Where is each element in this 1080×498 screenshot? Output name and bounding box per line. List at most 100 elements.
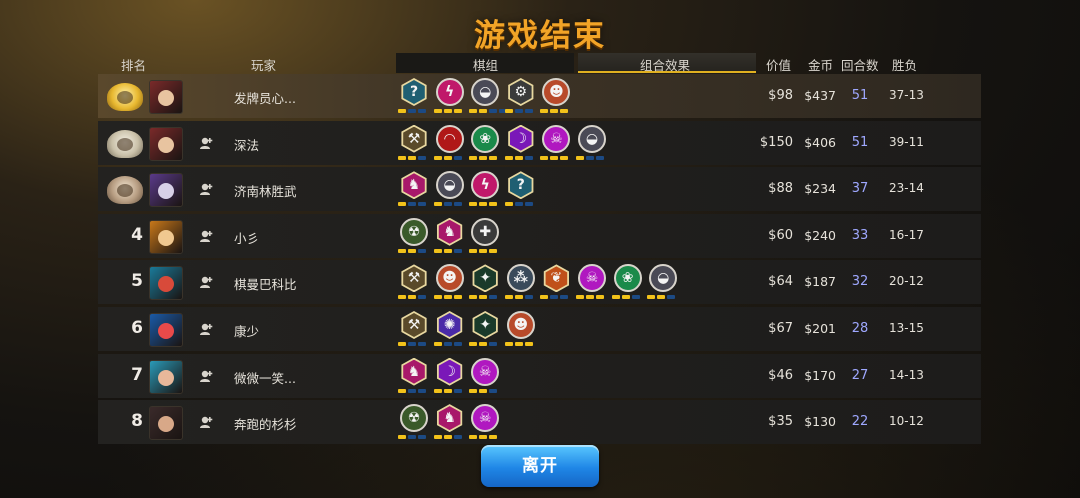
synergy-feather-icon[interactable]: ❦ bbox=[540, 264, 570, 304]
avatar[interactable] bbox=[149, 266, 183, 301]
add-friend-icon[interactable] bbox=[199, 369, 213, 383]
synergy-level-pips bbox=[504, 341, 533, 346]
synergy-paw-icon[interactable]: ❀ bbox=[469, 124, 500, 165]
add-friend-icon[interactable] bbox=[199, 182, 213, 196]
demon-icon: ☻ bbox=[513, 316, 529, 333]
player-rounds: 33 bbox=[851, 227, 869, 243]
table-row[interactable]: 4 小彡 ☢ ♞ ✚ $60 $240 33 16-17 bbox=[98, 213, 981, 258]
avatar[interactable] bbox=[149, 406, 183, 441]
results-table: 发牌员心... ? ϟ ◒ ⚙ ☻ $98 $437 51 37-13 深法 ⚒… bbox=[98, 74, 981, 447]
synergy-axe-icon[interactable]: ⚒ bbox=[398, 124, 428, 165]
synergy-peasant-icon[interactable]: ⁂ bbox=[504, 264, 535, 304]
synergy-wraith-icon[interactable]: ☽ bbox=[504, 124, 535, 165]
synergy-axe-icon[interactable]: ⚒ bbox=[398, 264, 428, 304]
synergy-demon-icon[interactable]: ☻ bbox=[433, 264, 464, 304]
synergy-skull-icon[interactable]: ☠ bbox=[576, 264, 606, 304]
synergy-knight-icon[interactable]: ♞ bbox=[398, 357, 428, 398]
synergy-goblin-icon[interactable]: ☢ bbox=[398, 217, 428, 258]
avatar[interactable] bbox=[149, 359, 183, 394]
synergy-level-pips bbox=[647, 295, 676, 300]
header-player: 玩家 bbox=[251, 58, 277, 73]
synergy-level-pips bbox=[504, 155, 533, 160]
synergy-knight-icon[interactable]: ♞ bbox=[398, 171, 428, 211]
player-name: 康少 bbox=[234, 323, 260, 339]
player-gold: $170 bbox=[804, 367, 836, 383]
bolt-icon: ϟ bbox=[480, 177, 490, 194]
add-friend-icon[interactable] bbox=[199, 322, 213, 336]
helmet-icon: ◒ bbox=[585, 130, 599, 147]
skull-icon: ☠ bbox=[585, 270, 599, 287]
synergy-demon-icon[interactable]: ☻ bbox=[540, 78, 571, 118]
player-rounds: 51 bbox=[851, 134, 869, 150]
synergy-level-pips bbox=[433, 341, 462, 346]
header-rounds: 回合数 bbox=[841, 58, 879, 73]
avatar[interactable] bbox=[149, 173, 183, 208]
add-friend-icon[interactable] bbox=[199, 136, 213, 150]
synergy-skull-icon[interactable]: ☠ bbox=[540, 124, 571, 165]
avatar[interactable] bbox=[149, 312, 183, 347]
synergy-cross-icon[interactable]: ✚ bbox=[469, 217, 500, 258]
add-friend-icon[interactable] bbox=[199, 275, 213, 289]
synergy-level-pips bbox=[433, 388, 462, 393]
player-gold: $437 bbox=[804, 88, 836, 103]
avatar[interactable] bbox=[149, 126, 183, 161]
synergy-question-icon[interactable]: ? bbox=[504, 171, 535, 211]
header-rank: 排名 bbox=[121, 58, 147, 73]
synergy-demon-icon[interactable]: ☻ bbox=[504, 310, 535, 351]
player-value: $60 bbox=[768, 227, 793, 243]
synergy-goblin-icon[interactable]: ☢ bbox=[398, 404, 428, 444]
tab-combo-effect[interactable]: 组合效果 bbox=[640, 55, 690, 74]
synergy-fishbone-icon[interactable]: ✺ bbox=[433, 310, 464, 351]
player-rounds: 37 bbox=[851, 181, 869, 197]
avatar[interactable] bbox=[149, 219, 183, 254]
synergy-hunter-icon[interactable]: ✦ bbox=[469, 310, 499, 351]
player-name: 济南林胜武 bbox=[234, 184, 297, 200]
helmet-icon: ◒ bbox=[657, 270, 670, 287]
avatar[interactable] bbox=[149, 80, 183, 114]
synergy-level-pips bbox=[469, 295, 498, 300]
synergy-knight-icon[interactable]: ♞ bbox=[433, 217, 464, 258]
leave-button[interactable]: 离开 bbox=[481, 445, 599, 487]
synergy-arc-icon[interactable]: ◠ bbox=[433, 124, 464, 165]
synergy-helmet-icon[interactable]: ◒ bbox=[647, 264, 678, 304]
table-row[interactable]: 6 康少 ⚒ ✺ ✦ ☻ $67 $201 28 13-15 bbox=[98, 306, 981, 351]
synergy-gear-icon[interactable]: ⚙ bbox=[504, 78, 535, 118]
synergy-level-pips bbox=[433, 109, 462, 113]
table-row[interactable]: 深法 ⚒ ◠ ❀ ☽ ☠ ◒ $150 $406 51 39-11 bbox=[98, 120, 981, 165]
synergy-level-pips bbox=[504, 109, 533, 113]
synergy-bolt-icon[interactable]: ϟ bbox=[469, 171, 500, 211]
synergy-skull-icon[interactable]: ☠ bbox=[469, 357, 500, 398]
synergy-wraith-icon[interactable]: ☽ bbox=[433, 357, 464, 398]
synergy-hunter-icon[interactable]: ✦ bbox=[469, 264, 499, 304]
player-win-loss: 37-13 bbox=[889, 88, 924, 102]
synergy-level-pips bbox=[433, 202, 462, 207]
fishbone-icon: ✺ bbox=[443, 316, 456, 333]
synergy-helmet-icon[interactable]: ◒ bbox=[433, 171, 464, 211]
table-row[interactable]: 5 棋曼巴科比 ⚒ ☻ ✦ ⁂ ❦ ☠ ❀ ◒ $64 $187 32 20-1… bbox=[98, 260, 981, 305]
synergy-knight-icon[interactable]: ♞ bbox=[433, 404, 464, 444]
synergy-level-pips bbox=[469, 435, 498, 440]
synergy-paw-icon[interactable]: ❀ bbox=[611, 264, 642, 304]
synergy-axe-icon[interactable]: ⚒ bbox=[398, 310, 428, 351]
add-friend-icon[interactable] bbox=[199, 229, 213, 243]
player-rounds: 22 bbox=[851, 414, 869, 430]
tab-synergies[interactable]: 棋组 bbox=[473, 55, 498, 74]
cross-icon: ✚ bbox=[479, 223, 492, 240]
synergy-helmet-icon[interactable]: ◒ bbox=[576, 124, 606, 165]
knight-icon: ♞ bbox=[443, 410, 456, 427]
synergy-skull-icon[interactable]: ☠ bbox=[469, 404, 500, 444]
goblin-icon: ☢ bbox=[407, 223, 421, 240]
player-value: $35 bbox=[768, 414, 793, 430]
synergy-bolt-icon[interactable]: ϟ bbox=[433, 78, 464, 118]
table-row[interactable]: 7 微微一笑... ♞ ☽ ☠ $46 $170 27 14-13 bbox=[98, 353, 981, 398]
synergy-level-pips bbox=[469, 248, 498, 253]
arc-icon: ◠ bbox=[444, 130, 455, 147]
page-title: 游戏结束 bbox=[474, 18, 606, 54]
synergy-helmet-icon[interactable]: ◒ bbox=[469, 78, 508, 118]
synergy-question-icon[interactable]: ? bbox=[398, 78, 428, 118]
add-friend-icon[interactable] bbox=[199, 415, 213, 429]
table-row[interactable]: 济南林胜武 ♞ ◒ ϟ ? $88 $234 37 23-14 bbox=[98, 167, 981, 212]
table-row[interactable]: 发牌员心... ? ϟ ◒ ⚙ ☻ $98 $437 51 37-13 bbox=[98, 74, 981, 118]
table-row[interactable]: 8 奔跑的杉杉 ☢ ♞ ☠ $35 $130 22 10-12 bbox=[98, 400, 981, 445]
synergy-level-pips bbox=[398, 155, 426, 160]
